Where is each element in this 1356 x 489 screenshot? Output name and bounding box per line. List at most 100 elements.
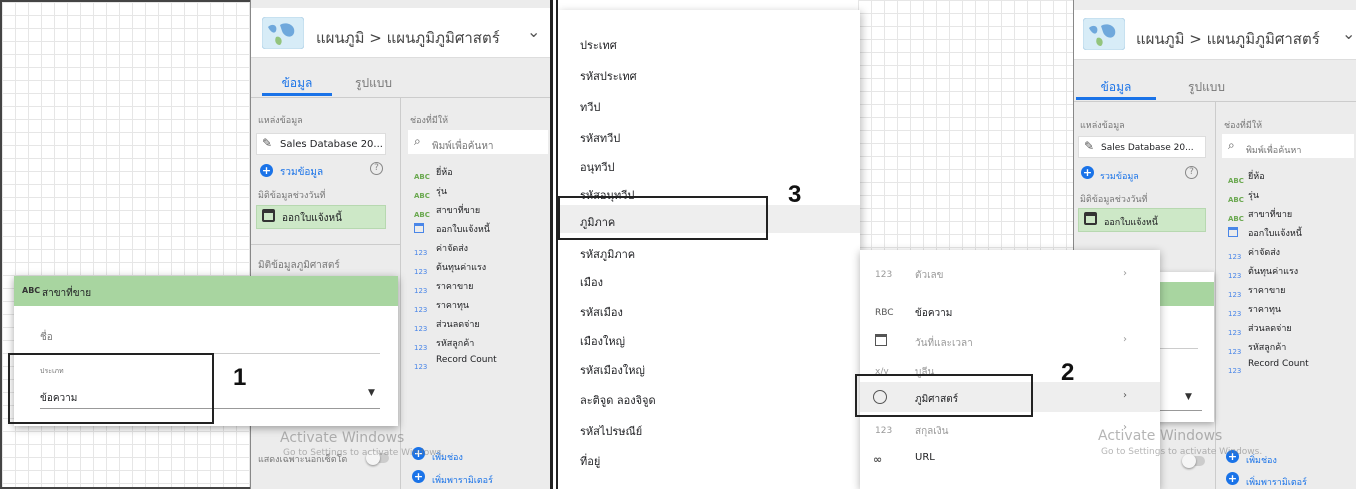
pencil-icon[interactable]: ✎ [262, 136, 272, 150]
geo-submenu-item[interactable]: รหัสเมือง [580, 303, 623, 321]
field-name: Record Count [436, 355, 497, 365]
abc-type-icon: ABC [1228, 215, 1244, 223]
tab-data[interactable]: ข้อมูล [262, 68, 332, 96]
type-menu-item[interactable]: ข้อความ [915, 306, 952, 321]
type-menu-item[interactable]: วันที่และเวลา [915, 336, 973, 351]
field-name: รุ่น [1248, 191, 1259, 201]
field-item[interactable]: ออกใบแจ้งหนี้ [1228, 225, 1348, 241]
geo-submenu-item[interactable]: เมืองใหญ่ [580, 332, 625, 350]
field-item[interactable]: 123 ราคาทุน [1228, 301, 1348, 318]
calendar-icon [1084, 212, 1097, 225]
geo-submenu-item[interactable]: รหัสไปรษณีย์ [580, 422, 642, 440]
field-item[interactable]: 123 รหัสลูกค้า [1228, 339, 1348, 356]
field-item[interactable]: ABC ยี่ห้อ [414, 164, 544, 181]
geo-submenu-item[interactable]: รหัสภูมิภาค [580, 245, 635, 263]
abc-type-icon: ABC [1228, 196, 1244, 204]
blend-data-link[interactable]: รวมข้อมูล [1100, 169, 1139, 183]
geo-submenu-item[interactable]: ทวีป [580, 98, 600, 116]
field-item[interactable]: ออกใบแจ้งหนี้ [414, 221, 544, 237]
type-menu-item[interactable]: สกุลเงิน [915, 424, 948, 439]
field-name: ค่าจัดส่ง [436, 244, 469, 254]
field-edit-popup-title: สาขาที่ขาย [42, 288, 92, 299]
data-source-name: Sales Database 20... [1101, 143, 1194, 153]
geo-submenu-item[interactable]: รหัสเมืองใหญ่ [580, 361, 645, 379]
available-fields-heading: ช่องที่มีให้ [1224, 121, 1263, 131]
field-search-placeholder: พิมพ์เพื่อค้นหา [432, 141, 494, 152]
abc-type-icon: ABC [414, 211, 430, 219]
field-item[interactable]: ABC รุ่น [1228, 187, 1348, 204]
left-screenshot: แผนภูมิ > แผนภูมิภูมิศาสตร์ ⌄ ข้อมูล รูป… [0, 0, 553, 489]
watermark-title: Activate Windows [1098, 428, 1223, 444]
field-item[interactable]: ABC รุ่น [414, 183, 544, 200]
field-name: รหัสลูกค้า [436, 339, 475, 349]
calendar-icon [1228, 227, 1238, 237]
highlight-box-2 [855, 374, 1033, 417]
watermark-title: Activate Windows [280, 430, 405, 446]
chevron-down-icon[interactable]: ⌄ [1342, 24, 1355, 43]
pencil-icon[interactable]: ✎ [1084, 139, 1094, 153]
field-item[interactable]: 123 Record Count [1228, 358, 1348, 375]
chevron-down-icon[interactable]: ▼ [1185, 392, 1192, 402]
field-item[interactable]: 123 ราคาทุน [414, 297, 544, 314]
field-item[interactable]: ABC สาขาที่ขาย [1228, 206, 1348, 223]
field-name: ราคาขาย [1248, 286, 1286, 296]
field-name-input[interactable]: ชื่อ [40, 330, 380, 354]
geo-submenu-item[interactable]: อนุทวีป [580, 158, 615, 176]
field-name: ส่วนลดจ่าย [436, 320, 480, 330]
geo-submenu-item[interactable]: รหัสทวีป [580, 129, 620, 147]
add-param-link[interactable]: เพิ่มพารามิเตอร์ [432, 473, 493, 487]
field-item[interactable]: 123 ค่าจัดส่ง [1228, 244, 1348, 261]
number-type-icon: 123 [414, 344, 428, 352]
field-item[interactable]: 123 Record Count [414, 354, 544, 371]
type-menu-icon: 123 [875, 270, 893, 280]
number-type-icon: 123 [1228, 253, 1242, 261]
field-item[interactable]: 123 ส่วนลดจ่าย [1228, 320, 1348, 337]
tab-style[interactable]: รูปแบบ [355, 74, 392, 93]
abc-type-icon: ABC [22, 286, 41, 295]
number-type-icon: 123 [414, 249, 428, 257]
chevron-right-icon: › [1123, 268, 1127, 279]
geo-submenu-item[interactable]: ประเทศ [580, 36, 617, 54]
field-name: ออกใบแจ้งหนี้ [436, 225, 490, 235]
field-name: ต้นทุนค่าแรง [436, 263, 487, 273]
field-item[interactable]: 123 ราคาขาย [1228, 282, 1348, 299]
field-name: รุ่น [436, 187, 447, 197]
field-item[interactable]: 123 รหัสลูกค้า [414, 335, 544, 352]
help-icon[interactable]: ? [1185, 166, 1198, 179]
field-item[interactable]: 123 ราคาขาย [414, 278, 544, 295]
field-item[interactable]: 123 ส่วนลดจ่าย [414, 316, 544, 333]
blend-plus-icon[interactable]: + [260, 164, 273, 177]
chart-breadcrumb[interactable]: แผนภูมิ > แผนภูมิภูมิศาสตร์ [316, 26, 500, 50]
geo-submenu-item[interactable]: รหัสประเทศ [580, 67, 637, 85]
bottom-toggle[interactable] [1182, 454, 1205, 468]
field-item[interactable]: 123 ต้นทุนค่าแรง [1228, 263, 1348, 280]
type-menu-item[interactable]: ตัวเลข [915, 268, 944, 283]
tab-data[interactable]: ข้อมูล [1076, 72, 1156, 100]
type-menu-icon: RBC [875, 308, 894, 318]
date-range-heading: มิติข้อมูลช่วงวันที่ [258, 191, 326, 201]
geo-submenu-item[interactable]: ที่อยู่ [580, 452, 600, 470]
number-type-icon: 123 [414, 306, 428, 314]
add-param-plus-icon[interactable]: + [412, 470, 425, 483]
field-item[interactable]: 123 ค่าจัดส่ง [414, 240, 544, 257]
chevron-down-icon[interactable]: ▼ [368, 388, 375, 398]
geo-submenu-item[interactable]: ละติจูด ลองจิจูด [580, 391, 656, 409]
type-menu-icon: 123 [875, 426, 893, 436]
help-icon[interactable]: ? [370, 162, 383, 175]
blend-plus-icon[interactable]: + [1081, 166, 1094, 179]
chevron-down-icon[interactable]: ⌄ [527, 22, 540, 41]
blend-data-link[interactable]: รวมข้อมูล [280, 165, 323, 180]
tab-style[interactable]: รูปแบบ [1188, 78, 1225, 97]
data-source-name: Sales Database 20... [280, 139, 383, 150]
geo-submenu-item[interactable]: เมือง [580, 273, 603, 291]
chart-breadcrumb[interactable]: แผนภูมิ > แผนภูมิภูมิศาสตร์ [1136, 27, 1320, 51]
field-item[interactable]: ABC สาขาที่ขาย [414, 202, 544, 219]
field-item[interactable]: ABC ยี่ห้อ [1228, 168, 1348, 185]
field-name: ออกใบแจ้งหนี้ [1248, 229, 1302, 239]
date-range-heading: มิติข้อมูลช่วงวันที่ [1080, 195, 1148, 205]
add-param-plus-icon[interactable]: + [1226, 472, 1239, 485]
field-name: รหัสลูกค้า [1248, 343, 1287, 353]
add-param-link[interactable]: เพิ่มพารามิเตอร์ [1246, 475, 1307, 489]
type-menu-item[interactable]: URL [915, 452, 935, 463]
field-item[interactable]: 123 ต้นทุนค่าแรง [414, 259, 544, 276]
